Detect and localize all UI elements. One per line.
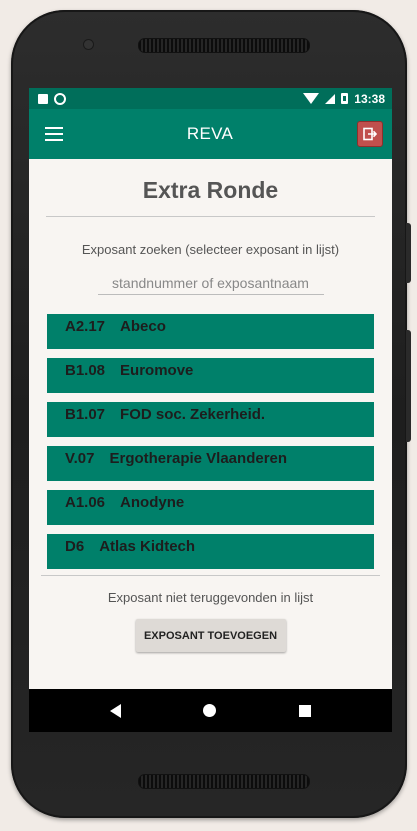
exhibitor-code: B1.07 [65,406,106,423]
app-title: REVA [186,124,234,143]
status-right: 13:38 [303,92,385,106]
exhibitor-name: Abeco [120,318,166,335]
exhibitor-name: Anodyne [120,494,185,511]
exhibitor-name: Ergotherapie Vlaanderen [109,450,288,467]
add-button-wrapper: EXPOSANT TOEVOEGEN [29,619,392,652]
not-found-text: Exposant niet teruggevonden in lijst [107,590,314,605]
divider [41,575,380,576]
wifi-icon [303,93,320,104]
add-exhibitor-button[interactable]: EXPOSANT TOEVOEGEN [135,619,286,652]
exhibitor-code: D6 [65,538,85,555]
volume-button [406,223,411,283]
back-icon[interactable] [110,703,122,718]
hamburger-menu-icon[interactable] [45,127,63,141]
battery-icon [341,93,349,104]
search-wrapper [29,275,392,295]
top-speaker [138,38,310,53]
exhibitor-name: FOD soc. Zekerheid. [120,406,266,423]
page: 13:38 REVA Extra Ronde Exposant zoeken (… [0,0,417,831]
app-bar: REVA [29,109,392,159]
exhibitor-item[interactable]: B1.08 Euromove [47,358,374,393]
exhibitor-name: Atlas Kidtech [99,538,196,555]
exhibitor-code: B1.08 [65,362,106,379]
divider [46,216,375,217]
logout-button[interactable] [356,121,383,147]
recent-apps-icon[interactable] [298,704,311,717]
search-input[interactable] [97,275,324,295]
exhibitor-item[interactable]: A1.06 Anodyne [47,490,374,525]
exhibitor-code: A1.06 [65,494,106,511]
system-nav-bar [29,689,392,732]
status-left [38,92,66,105]
power-button [406,330,411,442]
signal-icon [325,93,336,104]
exhibitor-code: V.07 [65,450,95,467]
main-content: Extra Ronde Exposant zoeken (selecteer e… [29,175,392,652]
logout-icon [363,127,377,141]
exhibitor-name: Euromove [120,362,194,379]
front-camera [84,40,93,49]
phone-screen: 13:38 REVA Extra Ronde Exposant zoeken (… [29,88,392,732]
sd-card-icon [38,93,48,104]
page-title: Extra Ronde [142,177,279,203]
exhibitor-item[interactable]: D6 Atlas Kidtech [47,534,374,569]
search-label: Exposant zoeken (selecteer exposant in l… [81,242,340,257]
bottom-speaker [138,774,310,789]
exhibitor-list: A2.17 Abeco B1.08 Euromove B1.07 FOD soc… [29,314,392,569]
status-time: 13:38 [354,91,385,106]
exhibitor-code: A2.17 [65,318,106,335]
status-bar: 13:38 [29,88,392,109]
exhibitor-item[interactable]: V.07 Ergotherapie Vlaanderen [47,446,374,481]
sync-icon [54,92,66,105]
exhibitor-item[interactable]: A2.17 Abeco [47,314,374,349]
exhibitor-item[interactable]: B1.07 FOD soc. Zekerheid. [47,402,374,437]
home-icon[interactable] [203,704,217,717]
